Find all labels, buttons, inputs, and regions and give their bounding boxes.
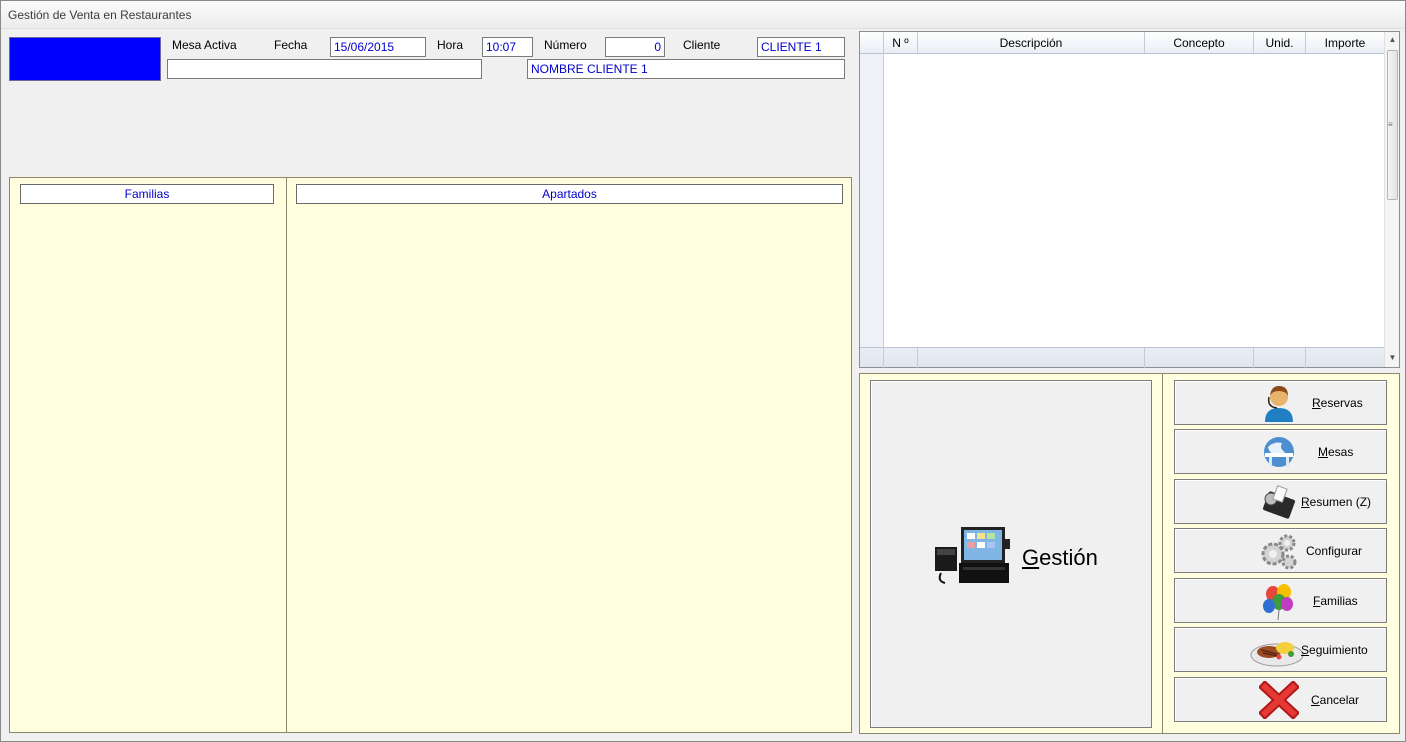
cancelar-label: Cancelar bbox=[1311, 693, 1360, 707]
panel-divider bbox=[286, 178, 287, 732]
col-concepto[interactable]: Concepto bbox=[1145, 32, 1254, 54]
gears-icon bbox=[1261, 534, 1297, 570]
balloons-icon bbox=[1263, 584, 1293, 620]
cliente-name-field[interactable]: NOMBRE CLIENTE 1 bbox=[527, 59, 845, 79]
cancelar-button[interactable]: Cancelar bbox=[1174, 677, 1387, 722]
apartados-header: Apartados bbox=[296, 184, 843, 204]
active-table-indicator[interactable] bbox=[9, 37, 161, 81]
scroll-down-icon[interactable]: ▼ bbox=[1385, 350, 1400, 366]
pos-terminal-icon bbox=[935, 527, 1010, 584]
resumen-button[interactable]: Resumen (Z) bbox=[1174, 479, 1387, 524]
food-plate-icon bbox=[1250, 642, 1304, 667]
scroll-up-icon[interactable]: ▲ bbox=[1385, 32, 1400, 48]
receipt-printer-icon bbox=[1262, 485, 1296, 519]
col-importe[interactable]: Importe bbox=[1306, 32, 1384, 54]
hora-label: Hora bbox=[437, 38, 464, 52]
globe-table-icon bbox=[1264, 437, 1294, 467]
cliente-label: Cliente bbox=[683, 38, 721, 52]
familias-header: Familias bbox=[20, 184, 274, 204]
fecha-field[interactable]: 15/06/2015 bbox=[330, 37, 426, 57]
grid-footer bbox=[860, 347, 1384, 368]
red-x-icon bbox=[1259, 681, 1299, 719]
seguimiento-button[interactable]: Seguimiento bbox=[1174, 627, 1387, 672]
receptionist-icon bbox=[1265, 386, 1293, 422]
gestion-label: Gestión bbox=[1022, 545, 1098, 570]
actions-divider bbox=[1162, 374, 1163, 733]
grid-scrollbar[interactable]: ▲ ≡ ▼ bbox=[1384, 32, 1399, 367]
actions-panel: Gestión Reservas Mesas Resumen (Z) Confi… bbox=[859, 373, 1400, 734]
reservas-label: Reservas bbox=[1312, 396, 1363, 410]
hora-field[interactable]: 10:07 bbox=[482, 37, 533, 57]
col-unidades[interactable]: Unid. bbox=[1254, 32, 1306, 54]
configurar-button[interactable]: Configurar bbox=[1174, 528, 1387, 573]
resumen-label: Resumen (Z) bbox=[1301, 495, 1372, 509]
familias-button[interactable]: Familias bbox=[1174, 578, 1387, 623]
col-numero[interactable]: N º bbox=[884, 32, 918, 54]
reservas-button[interactable]: Reservas bbox=[1174, 380, 1387, 425]
mesa-activa-field[interactable] bbox=[167, 59, 482, 79]
gestion-button[interactable]: Gestión bbox=[870, 380, 1152, 728]
numero-field[interactable]: 0 bbox=[605, 37, 665, 57]
seguimiento-label: Seguimiento bbox=[1301, 643, 1368, 657]
fecha-label: Fecha bbox=[274, 38, 308, 52]
cliente-code-field[interactable]: CLIENTE 1 bbox=[757, 37, 845, 57]
familias-label: Familias bbox=[1313, 594, 1358, 608]
app-window: Gestión de Venta en Restaurantes Mesa Ac… bbox=[0, 0, 1406, 742]
configurar-label: Configurar bbox=[1306, 544, 1363, 558]
grid-corner bbox=[860, 32, 884, 54]
row-indicator-column bbox=[860, 54, 884, 347]
mesa-activa-label: Mesa Activa bbox=[172, 38, 237, 52]
order-grid[interactable]: N º Descripción Concepto Unid. Importe ▲… bbox=[859, 31, 1400, 368]
col-descripcion[interactable]: Descripción bbox=[918, 32, 1145, 54]
mesas-label: Mesas bbox=[1318, 445, 1354, 459]
catalog-panel: Familias Apartados bbox=[9, 177, 852, 733]
mesas-button[interactable]: Mesas bbox=[1174, 429, 1387, 474]
numero-label: Número bbox=[544, 38, 587, 52]
window-title: Gestión de Venta en Restaurantes bbox=[8, 8, 192, 22]
title-bar: Gestión de Venta en Restaurantes bbox=[1, 1, 1405, 29]
scroll-grip-icon: ≡ bbox=[1388, 120, 1393, 129]
grid-header: N º Descripción Concepto Unid. Importe bbox=[860, 32, 1384, 54]
